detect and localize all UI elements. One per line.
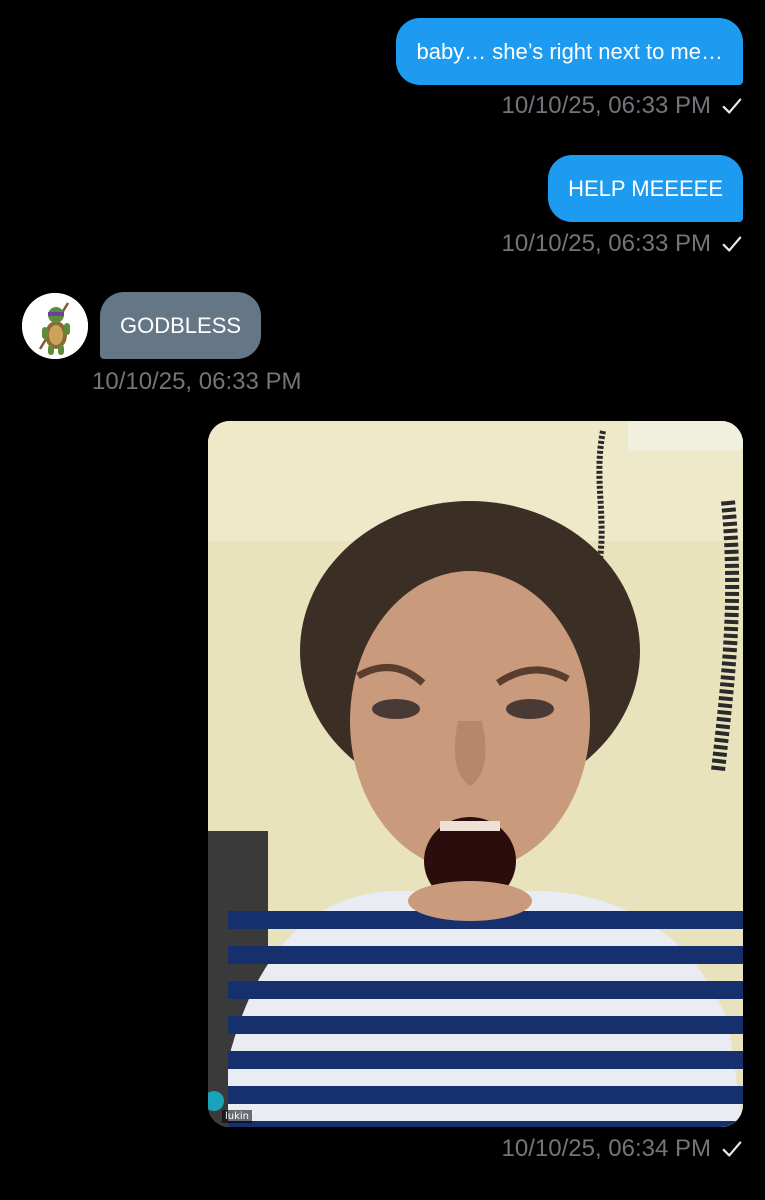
- message-bubble-incoming[interactable]: GODBLESS: [100, 292, 262, 359]
- turtle-avatar-icon: [22, 293, 88, 359]
- avatar[interactable]: [22, 293, 88, 359]
- message-bubble-outgoing[interactable]: baby… she’s right next to me…: [396, 18, 743, 85]
- image-watermark: lukin: [222, 1110, 253, 1123]
- message-text: GODBLESS: [120, 312, 242, 338]
- checkmark-icon: [722, 236, 742, 252]
- checkmark-icon: [722, 1141, 742, 1157]
- image-content: [208, 421, 743, 1127]
- message-bubble-outgoing[interactable]: HELP MEEEEE: [548, 155, 743, 222]
- message-timestamp: 10/10/25, 06:34 PM: [502, 1135, 743, 1163]
- message-timestamp: 10/10/25, 06:33 PM: [502, 230, 743, 258]
- checkmark-icon: [722, 98, 742, 114]
- message-timestamp: 10/10/25, 06:33 PM: [92, 368, 302, 395]
- message-text: HELP MEEEEE: [568, 175, 723, 201]
- message-image[interactable]: lukin: [208, 421, 743, 1127]
- message-timestamp: 10/10/25, 06:33 PM: [502, 92, 743, 120]
- message-text: baby… she’s right next to me…: [416, 38, 723, 64]
